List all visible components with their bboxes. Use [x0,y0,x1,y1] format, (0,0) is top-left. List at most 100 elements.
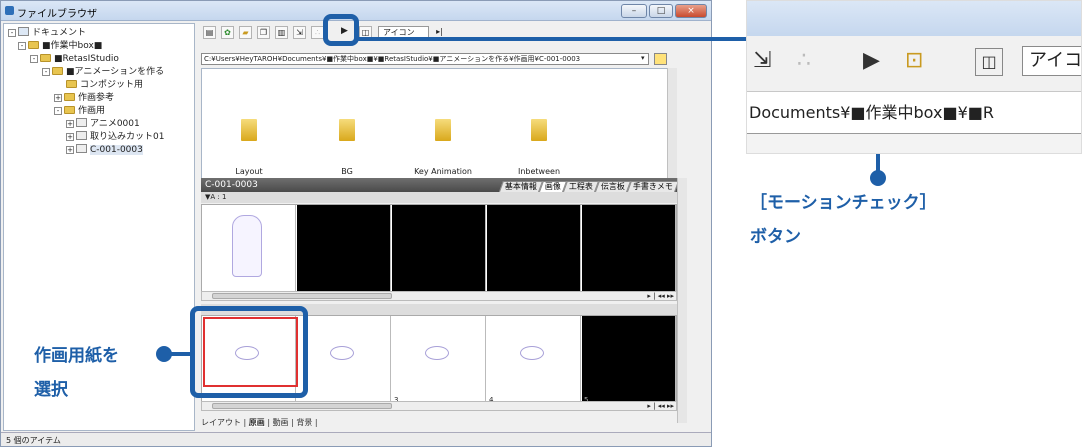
tab-background[interactable]: 背景 [296,418,312,427]
collapse-icon[interactable]: - [54,107,62,115]
cut-folder-icon [76,131,87,140]
thumbnail-cell[interactable] [297,205,391,291]
tree-item-label: アニメ0001 [90,119,140,129]
thumbnail-cell[interactable] [487,205,581,291]
folder-item-inbetween[interactable]: Inbetween [492,69,586,187]
cut-header: C-001-0003 基本情報 画像 工程表 伝言板 手書きメモ [201,178,680,192]
expand-icon[interactable]: + [66,146,74,154]
layer-header[interactable]: ▼A : 1 [201,192,677,203]
sketch-drawing [330,346,354,360]
close-button[interactable]: × [675,4,707,18]
expand-icon[interactable]: + [66,133,74,141]
folder-icon [241,119,257,141]
tree-item-capture-cut01[interactable]: + 取り込みカット01 [66,131,164,143]
cut-name: C-001-0003 [205,180,258,190]
tab-inbetween[interactable]: 動画 [273,418,289,427]
folder-label: Layout [235,167,263,176]
folder-label: Key Animation [414,167,472,176]
expand-icon[interactable]: + [54,94,62,102]
layer1-hscroll[interactable]: ▸ | ◂◂ ▸▸ [201,291,677,301]
folder-grid: Layout BG Key Animation Inbetween [201,68,677,186]
thumbnail-cell[interactable] [392,205,486,291]
tree-item-drawing[interactable]: - 作画用 [54,105,105,117]
folder-item-key-animation[interactable]: Key Animation [396,69,490,187]
new-cut-icon[interactable]: ▤ [203,26,216,39]
folder-icon [64,106,75,114]
cut-folder-icon [76,118,87,127]
tree-item-wip[interactable]: - ■作業中box■ [18,40,102,52]
address-bar[interactable]: C:¥Users¥HeyTAROH¥Documents¥■作業中box■¥■Re… [201,53,649,65]
folder-icon [40,54,51,62]
copy-icon[interactable]: ❐ [257,26,270,39]
file-browser-window: ファイルブラウザ – □ × - ドキュメント - ■作業中box■ - ■Retas… [0,0,712,447]
export-icon: ⇲ [753,48,772,73]
go-button[interactable] [654,53,667,65]
disabled-tool-icon: ∴ [797,48,811,73]
tree-item-label: 取り込みカット01 [90,132,165,142]
documents-icon [18,27,29,36]
zoom-address: Documents¥■作業中box■¥■R [747,92,1081,134]
paper-callout: 作画用紙を [34,346,119,366]
maximize-button[interactable]: □ [649,4,673,18]
folder-icon [28,41,39,49]
collapse-icon[interactable]: - [18,42,26,50]
folder-item-layout[interactable]: Layout [202,69,296,187]
tab-basic-info[interactable]: 基本情報 [498,181,544,192]
tree-item-label: ■RetasIStudio [54,54,119,64]
zoom-inset: ⇲ ∴ ▶ ⊡ ◫ アイコ Documents¥■作業中box■¥■R [746,0,1082,154]
tree-item-label: 作画用 [78,106,106,116]
tree-item-documents[interactable]: - ドキュメント [8,27,86,39]
zoom-title-bar [747,1,1081,36]
cut-scrollbar[interactable] [677,178,687,423]
new-folder-icon[interactable]: ▰ [239,26,252,39]
tree-item-retas[interactable]: - ■RetasIStudio [30,53,119,65]
minimize-button[interactable]: – [621,4,647,18]
paper-highlight [190,306,308,398]
collapse-icon[interactable]: - [8,29,16,37]
layer2-hscroll[interactable]: ▸ | ◂◂ ▸▸ [201,401,677,411]
tree-item-label: ■アニメーションを作る [66,67,165,77]
thumbnail-cell[interactable] [582,205,676,291]
tree-item-label: ■作業中box■ [42,41,103,51]
tab-key-animation[interactable]: 原画 [248,418,265,427]
tree-item-composite[interactable]: コンポジット用 [66,79,143,91]
tree-item-c-001-0003[interactable]: + C-001-0003 [66,144,143,156]
folder-icon [339,119,355,141]
tab-timesheet[interactable]: 工程表 [562,181,600,192]
tab-message-board[interactable]: 伝言板 [594,181,632,192]
drawing-paper-cell[interactable] [582,316,676,402]
connector-dot [156,346,172,362]
tab-layout[interactable]: レイアウト [201,418,241,427]
zoom-toolbar: ⇲ ∴ ▶ ⊡ ◫ アイコ [747,36,1081,92]
tree-item-anime0001[interactable]: + アニメ0001 [66,118,140,130]
expand-icon[interactable]: + [66,120,74,128]
thumbnail-cell[interactable] [202,205,296,291]
character-drawing [232,215,262,277]
folder-item-bg[interactable]: BG [300,69,394,187]
scroll-thumb[interactable] [212,293,392,299]
tree-item-animation[interactable]: - ■アニメーションを作る [42,66,164,78]
export-icon[interactable]: ⇲ [293,26,306,39]
scroll-thumb[interactable] [212,403,392,409]
drawing-paper-cell[interactable] [392,316,486,402]
folder-scrollbar[interactable] [667,68,677,186]
import-icon: ⊡ [905,48,924,73]
cut-tabs: 基本情報 画像 工程表 伝言板 手書きメモ [498,178,680,192]
drawing-paper-cell[interactable] [297,316,391,402]
refresh-icon[interactable]: ✿ [221,26,234,39]
folder-icon [531,119,547,141]
paste-icon[interactable]: ▥ [275,26,288,39]
frame-nav-buttons[interactable]: ▸ | ◂◂ ▸▸ [647,292,674,300]
collapse-icon[interactable]: - [30,55,38,63]
drawing-paper-cell[interactable] [487,316,581,402]
chevron-down-icon[interactable]: ▾ [641,54,645,62]
tab-handwritten-memo[interactable]: 手書きメモ [626,181,680,192]
layer1-strip: 1 2 3 4 5 [201,204,677,301]
collapse-icon[interactable]: - [42,68,50,76]
tree-item-label: コンポジット用 [80,80,144,90]
tree-item-label: ドキュメント [32,28,87,38]
folder-label: BG [341,167,353,176]
tree-item-reference[interactable]: + 作画参考 [54,92,114,104]
sketch-drawing [425,346,449,360]
frame-nav-buttons[interactable]: ▸ | ◂◂ ▸▸ [647,402,674,410]
